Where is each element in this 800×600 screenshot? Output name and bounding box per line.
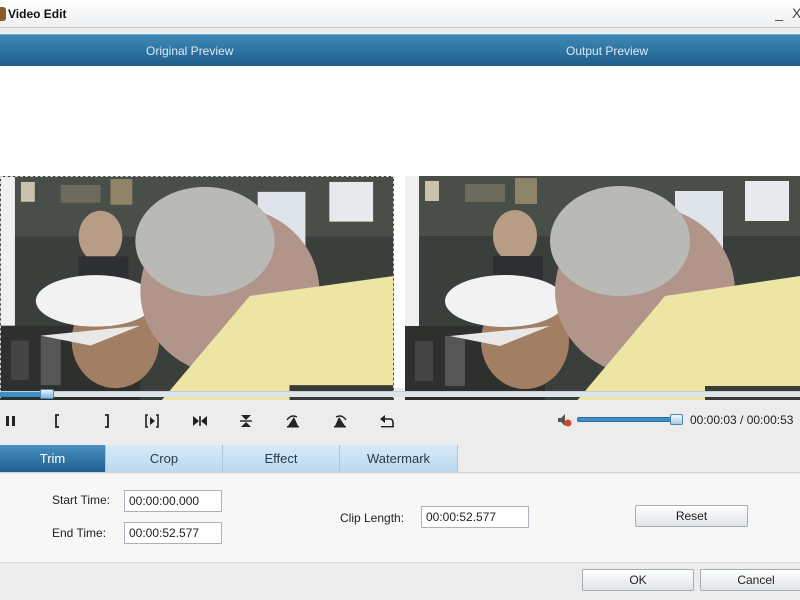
tab-watermark[interactable]: Watermark [340, 445, 458, 472]
app-icon [0, 7, 6, 21]
undo-button[interactable] [376, 410, 398, 432]
clip-length-field[interactable] [421, 506, 529, 528]
rotate-right-icon [334, 415, 347, 428]
edit-tabs: Trim Crop Effect Watermark [0, 445, 800, 473]
original-video-frame[interactable] [0, 176, 394, 403]
start-time-field[interactable] [124, 490, 222, 512]
cancel-button[interactable]: Cancel [700, 569, 800, 591]
close-button[interactable]: X [792, 4, 800, 22]
title-bar: Video Edit _ X [0, 0, 800, 28]
tab-trim[interactable]: Trim [0, 445, 106, 472]
pause-button[interactable] [0, 410, 22, 432]
flip-vertical-icon [240, 415, 252, 427]
end-time-label: End Time: [52, 526, 107, 540]
seek-bar[interactable] [0, 391, 800, 397]
volume-slider[interactable] [577, 417, 681, 422]
mark-in-button[interactable] [47, 410, 69, 432]
output-video-frame [405, 176, 800, 403]
end-time-field[interactable] [124, 522, 222, 544]
mark-out-icon [105, 414, 109, 428]
start-time-label: Start Time: [52, 493, 111, 507]
undo-icon [380, 415, 394, 428]
rotate-left-icon [286, 415, 299, 428]
video-frame-image [1, 177, 393, 402]
original-preview-label: Original Preview [146, 44, 234, 58]
time-display: 00:00:03 / 00:00:53 [690, 413, 794, 427]
play-segment-button[interactable] [141, 410, 163, 432]
reset-button[interactable]: Reset [635, 505, 748, 527]
window-title: Video Edit [8, 7, 67, 21]
preview-header: Original Preview Output Preview [0, 34, 800, 66]
volume-icon[interactable] [557, 412, 573, 428]
tab-crop[interactable]: Crop [106, 445, 223, 472]
output-preview-label: Output Preview [566, 44, 649, 58]
tab-effect[interactable]: Effect [223, 445, 340, 472]
mark-in-icon [55, 414, 59, 428]
volume-handle[interactable] [669, 414, 683, 425]
ok-button[interactable]: OK [582, 569, 694, 591]
minimize-button[interactable]: _ [772, 4, 786, 22]
step-frame-button[interactable] [189, 410, 211, 432]
pause-icon [6, 416, 15, 426]
step-frame-icon [193, 416, 207, 426]
flip-vertical-button[interactable] [235, 410, 257, 432]
rotate-right-button[interactable] [329, 410, 351, 432]
play-segment-icon [145, 414, 159, 428]
seek-handle[interactable] [40, 389, 54, 399]
trim-panel: Start Time: End Time: Clip Length: Reset [0, 474, 800, 562]
preview-area [0, 66, 800, 403]
clip-length-label: Clip Length: [340, 511, 405, 525]
video-frame-image [405, 176, 800, 403]
rotate-left-button[interactable] [282, 410, 304, 432]
dialog-footer: OK Cancel [0, 562, 800, 600]
mark-out-button[interactable] [95, 410, 117, 432]
